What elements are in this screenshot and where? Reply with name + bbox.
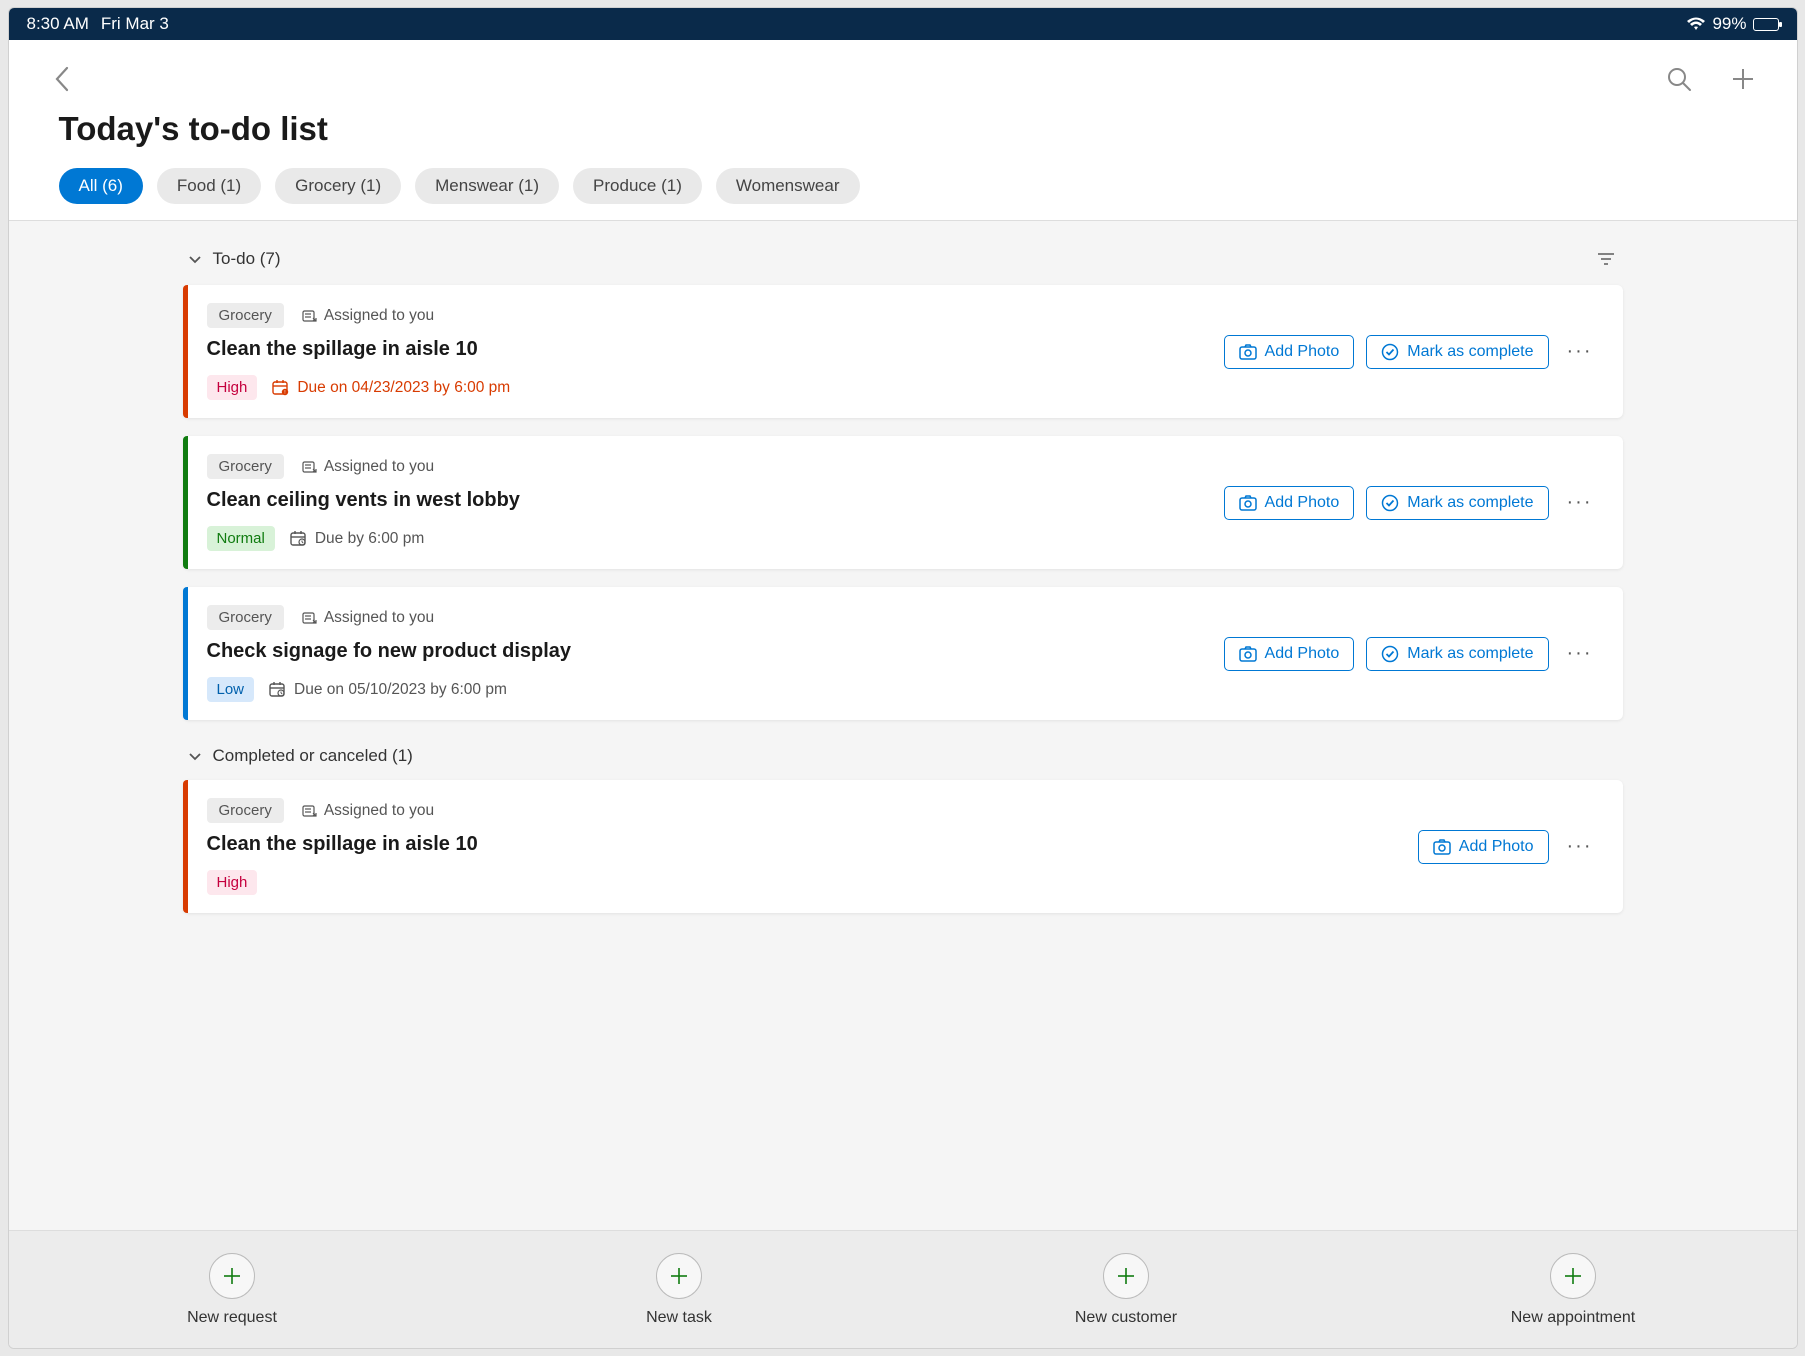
category-tag: Grocery	[207, 303, 284, 328]
add-photo-button[interactable]: Add Photo	[1418, 830, 1549, 864]
due-label: Due by 6:00 pm	[289, 530, 424, 548]
filter-chip[interactable]: All (6)	[59, 168, 143, 204]
plus-circle-icon	[1550, 1253, 1596, 1299]
check-circle-icon	[1381, 494, 1399, 512]
plus-circle-icon	[1103, 1253, 1149, 1299]
due-label: Due on 05/10/2023 by 6:00 pm	[268, 681, 507, 699]
priority-badge: Normal	[207, 526, 275, 551]
filter-chips-row: All (6) Food (1) Grocery (1) Menswear (1) Pr…	[45, 168, 1761, 220]
wifi-icon	[1686, 17, 1706, 31]
section-title-todo: To-do (7)	[213, 249, 281, 269]
status-time: 8:30 AM	[27, 14, 89, 34]
back-button[interactable]	[45, 60, 81, 98]
priority-badge: High	[207, 870, 258, 895]
add-photo-button[interactable]: Add Photo	[1224, 486, 1355, 520]
task-title: Clean the spillage in aisle 10	[207, 338, 1208, 361]
filter-chip[interactable]: Grocery (1)	[275, 168, 401, 204]
priority-badge: Low	[207, 677, 255, 702]
plus-circle-icon	[656, 1253, 702, 1299]
priority-stripe	[183, 285, 188, 418]
assigned-label: Assigned to you	[302, 609, 434, 627]
due-label: !Due on 04/23/2023 by 6:00 pm	[271, 379, 510, 397]
category-tag: Grocery	[207, 605, 284, 630]
camera-icon	[1239, 344, 1257, 360]
priority-badge: High	[207, 375, 258, 400]
task-title: Clean the spillage in aisle 10	[207, 833, 1402, 856]
add-photo-button[interactable]: Add Photo	[1224, 637, 1355, 671]
more-button[interactable]: ···	[1561, 485, 1599, 520]
status-bar: 8:30 AM Fri Mar 3 99%	[9, 8, 1797, 40]
svg-text:!: !	[285, 390, 286, 396]
check-circle-icon	[1381, 343, 1399, 361]
status-date: Fri Mar 3	[101, 14, 169, 34]
filter-icon[interactable]	[1593, 247, 1619, 271]
category-tag: Grocery	[207, 798, 284, 823]
page-title: Today's to-do list	[59, 110, 1761, 148]
search-icon[interactable]	[1661, 61, 1697, 97]
assigned-icon	[302, 460, 318, 474]
priority-stripe	[183, 587, 188, 720]
filter-chip[interactable]: Womenswear	[716, 168, 860, 204]
mark-complete-button[interactable]: Mark as complete	[1366, 637, 1548, 671]
chevron-down-icon	[187, 748, 203, 764]
bottom-action[interactable]: New task	[456, 1231, 903, 1348]
task-card[interactable]: Grocery Assigned to you Check signage fo n…	[183, 587, 1623, 720]
camera-icon	[1239, 646, 1257, 662]
camera-icon	[1239, 495, 1257, 511]
battery-pct: 99%	[1712, 14, 1746, 34]
calendar-icon	[268, 681, 286, 698]
assigned-label: Assigned to you	[302, 307, 434, 325]
assigned-icon	[302, 804, 318, 818]
bottom-action[interactable]: New request	[9, 1231, 456, 1348]
bottom-action-label: New customer	[1075, 1309, 1177, 1327]
calendar-icon: !	[271, 379, 289, 396]
task-title: Clean ceiling vents in west lobby	[207, 489, 1208, 512]
priority-stripe	[183, 436, 188, 569]
priority-stripe	[183, 780, 188, 913]
section-header-todo[interactable]: To-do (7)	[183, 239, 1623, 285]
task-title: Check signage fo new product display	[207, 640, 1208, 663]
app-header: Today's to-do list All (6) Food (1) Grocer…	[9, 40, 1797, 221]
chevron-down-icon	[187, 251, 203, 267]
camera-icon	[1433, 839, 1451, 855]
assigned-label: Assigned to you	[302, 802, 434, 820]
plus-circle-icon	[209, 1253, 255, 1299]
filter-chip[interactable]: Produce (1)	[573, 168, 702, 204]
bottom-action-label: New task	[646, 1309, 712, 1327]
filter-chip[interactable]: Menswear (1)	[415, 168, 559, 204]
add-icon[interactable]	[1725, 61, 1761, 97]
assigned-icon	[302, 309, 318, 323]
bottom-action-label: New appointment	[1511, 1309, 1636, 1327]
category-tag: Grocery	[207, 454, 284, 479]
assigned-label: Assigned to you	[302, 458, 434, 476]
bottom-action[interactable]: New customer	[903, 1231, 1350, 1348]
check-circle-icon	[1381, 645, 1399, 663]
add-photo-button[interactable]: Add Photo	[1224, 335, 1355, 369]
section-title-completed: Completed or canceled (1)	[213, 746, 413, 766]
more-button[interactable]: ···	[1561, 636, 1599, 671]
task-card[interactable]: Grocery Assigned to you Clean the spillage…	[183, 780, 1623, 913]
more-button[interactable]: ···	[1561, 829, 1599, 864]
mark-complete-button[interactable]: Mark as complete	[1366, 486, 1548, 520]
more-button[interactable]: ···	[1561, 334, 1599, 369]
task-card[interactable]: Grocery Assigned to you Clean the spillage…	[183, 285, 1623, 418]
task-card[interactable]: Grocery Assigned to you Clean ceiling vent…	[183, 436, 1623, 569]
filter-chip[interactable]: Food (1)	[157, 168, 261, 204]
assigned-icon	[302, 611, 318, 625]
battery-icon	[1753, 18, 1779, 31]
bottom-action-label: New request	[187, 1309, 277, 1327]
mark-complete-button[interactable]: Mark as complete	[1366, 335, 1548, 369]
bottom-action[interactable]: New appointment	[1350, 1231, 1797, 1348]
bottom-bar: New request New task New customer New appoi…	[9, 1230, 1797, 1348]
calendar-icon	[289, 530, 307, 547]
section-header-completed[interactable]: Completed or canceled (1)	[183, 738, 1623, 780]
